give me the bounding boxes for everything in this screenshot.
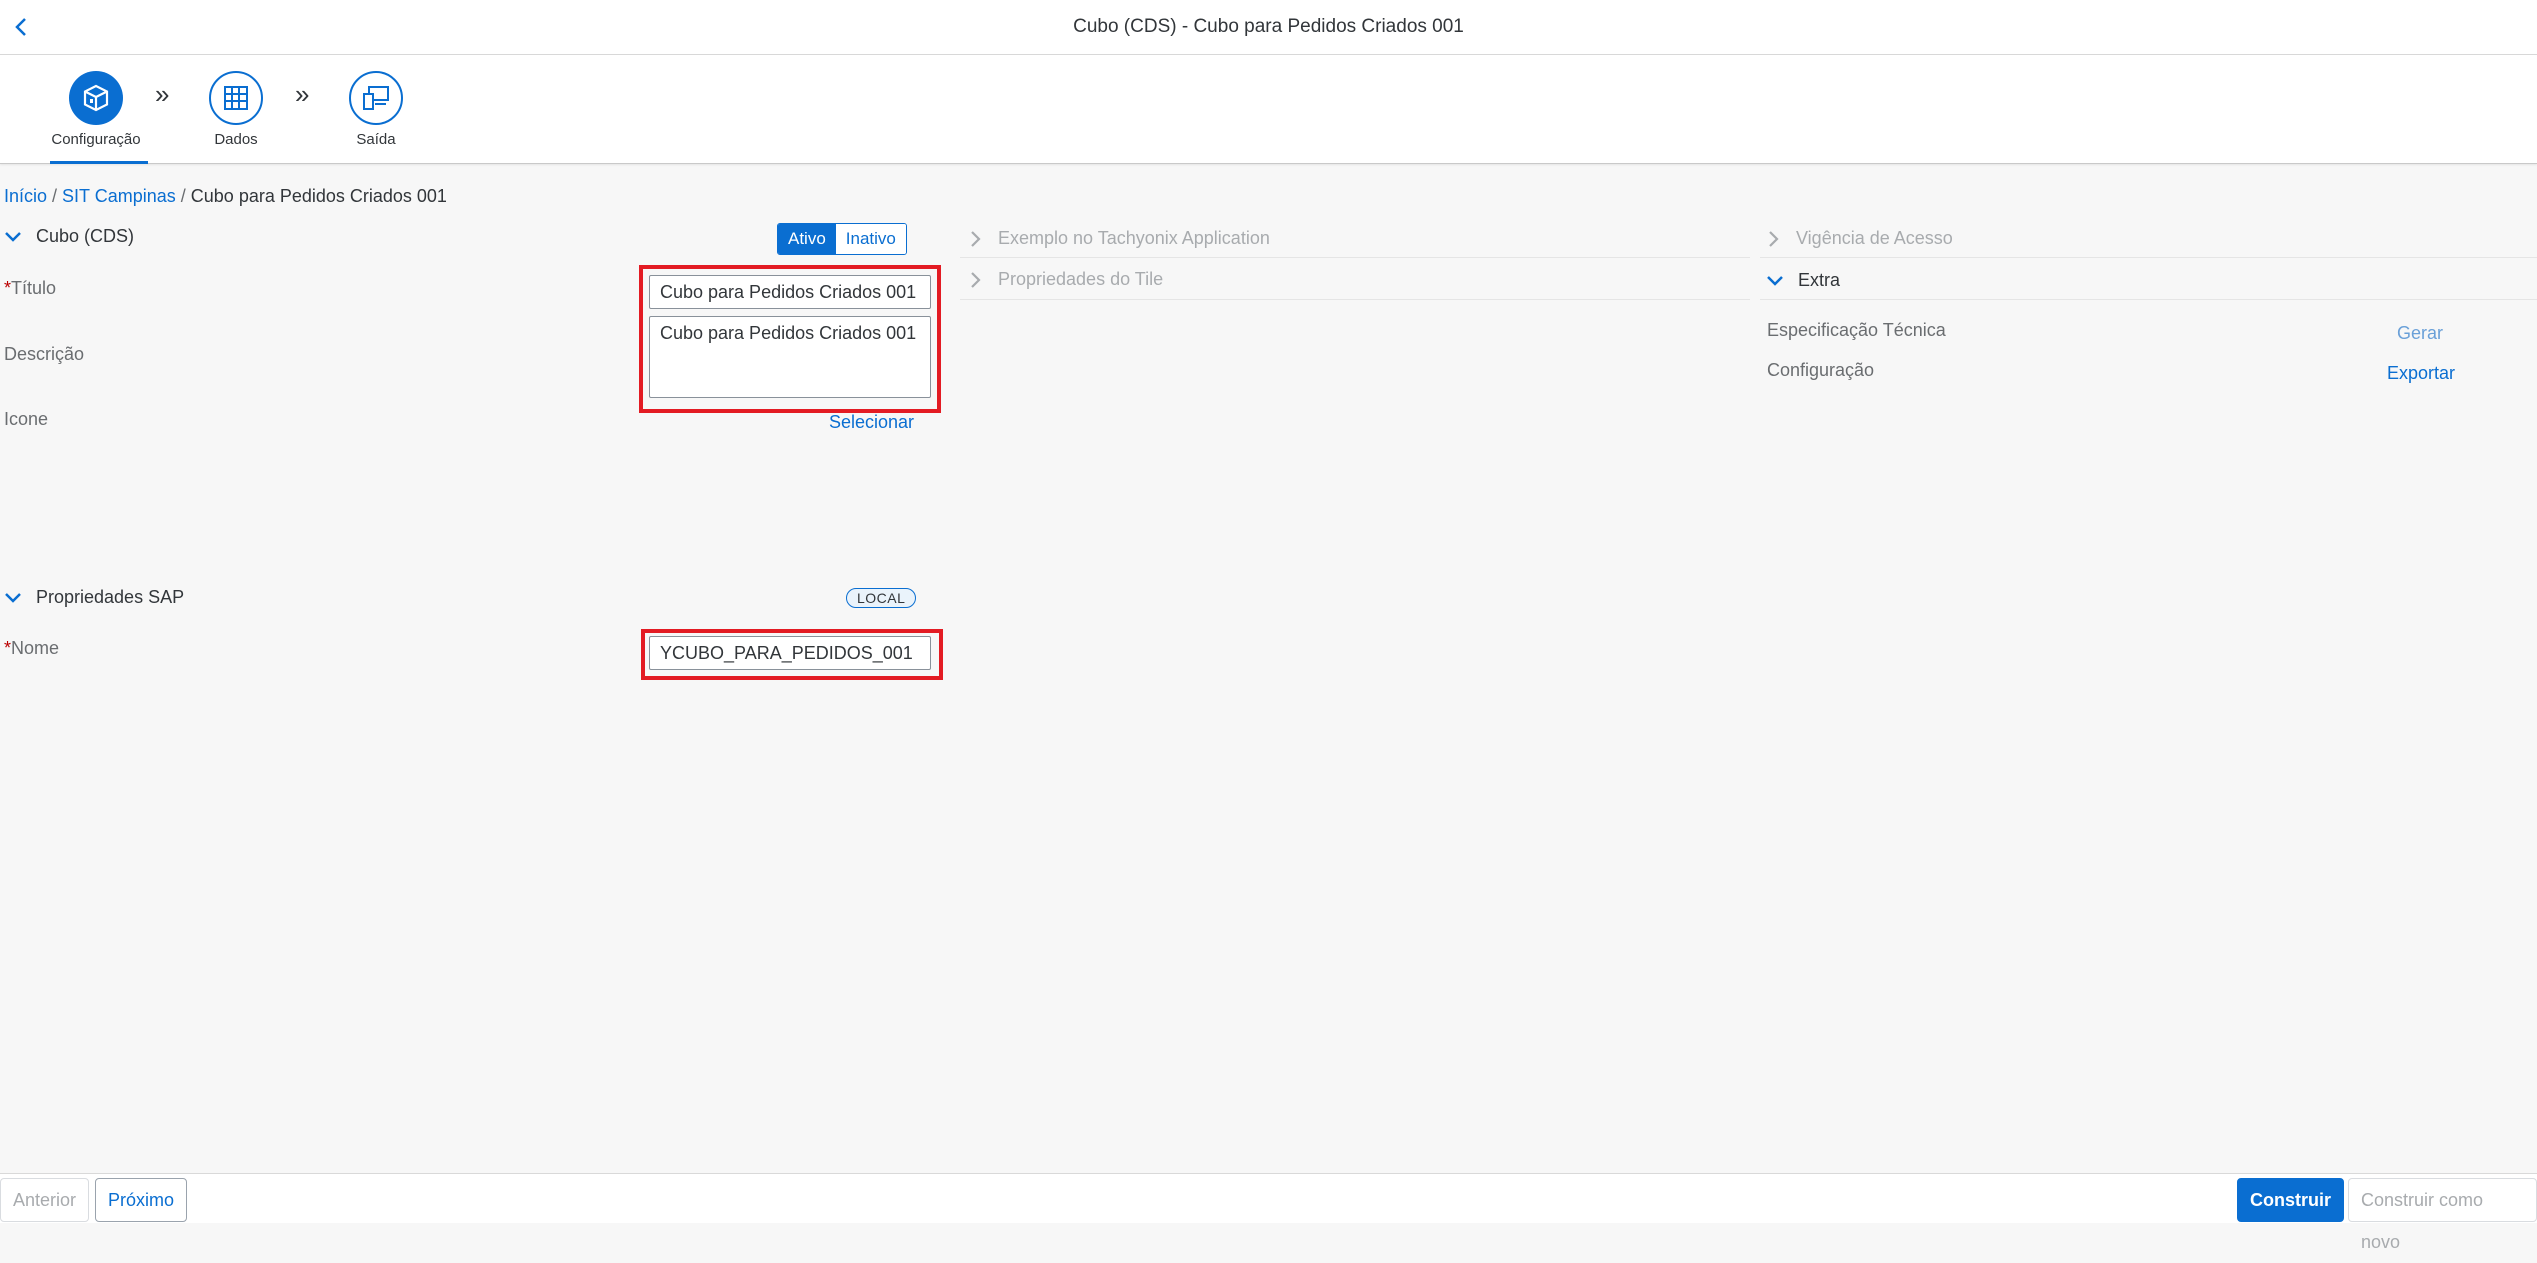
description-textarea[interactable]: Cubo para Pedidos Criados 001 [649, 316, 931, 398]
chevron-down-icon [4, 592, 22, 604]
generate-button[interactable]: Gerar [2397, 323, 2443, 344]
wizard-step-label: Dados [214, 131, 258, 148]
panel-divider [1760, 299, 2537, 300]
back-button[interactable] [6, 12, 36, 42]
configuration-label: Configuração [1767, 360, 1875, 380]
icon-label: Icone [4, 409, 49, 429]
chevron-right-icon [1768, 230, 1780, 248]
chevron-down-icon [1766, 275, 1784, 287]
breadcrumb-parent-link[interactable]: SIT Campinas [62, 186, 176, 206]
name-label: *Nome [4, 638, 59, 659]
next-button[interactable]: Próximo [95, 1178, 188, 1222]
panel-tile-properties[interactable]: Propriedades do Tile [970, 269, 1163, 290]
panel-tile-title: Propriedades do Tile [998, 269, 1164, 289]
wizard-step-label: Configuração [51, 131, 141, 148]
status-toggle[interactable]: Ativo Inativo [777, 223, 907, 255]
breadcrumb-separator: / [180, 186, 186, 206]
select-icon-link[interactable]: Selecionar [829, 412, 914, 433]
breadcrumb-current: Cubo para Pedidos Criados 001 [190, 186, 447, 206]
panel-example[interactable]: Exemplo no Tachyonix Application [970, 228, 1270, 249]
wizard-step-configuracao[interactable]: Configuração [21, 71, 171, 148]
wizard-step-dados[interactable]: Dados [161, 71, 311, 148]
wizard-bar: Configuração » Dados » Saída [0, 55, 2537, 164]
build-as-new-button[interactable]: Construir como novo [2348, 1178, 2537, 1252]
breadcrumb-separator: / [52, 186, 58, 206]
section-header-cubo[interactable]: Cubo (CDS) [4, 226, 134, 247]
required-marker: * [4, 278, 12, 298]
panel-divider [1760, 257, 2537, 258]
section-title: Propriedades SAP [36, 587, 185, 607]
chevron-right-icon [970, 230, 982, 248]
panel-extra-title: Extra [1798, 270, 1841, 290]
breadcrumb-home-link[interactable]: Início [4, 186, 47, 206]
wizard-step-label: Saída [356, 131, 396, 148]
active-step-indicator [50, 161, 148, 164]
build-button[interactable]: Construir [2237, 1178, 2344, 1222]
devices-icon [349, 71, 403, 125]
tech-spec-label: Especificação Técnica [1767, 320, 1946, 340]
section-header-sap[interactable]: Propriedades SAP [4, 587, 184, 608]
chevron-down-icon [4, 231, 22, 243]
export-button[interactable]: Exportar [2387, 363, 2455, 384]
required-marker: * [4, 638, 12, 658]
description-label: Descrição [4, 344, 85, 364]
footer-bar [0, 1173, 2537, 1223]
panel-divider [960, 299, 1750, 300]
title-label: *Título [4, 278, 56, 299]
title-input[interactable] [649, 275, 931, 309]
title-label-text: Título [11, 278, 57, 298]
local-badge: LOCAL [846, 588, 917, 608]
page-title: Cubo (CDS) - Cubo para Pedidos Criados 0… [1073, 16, 1464, 37]
breadcrumb: Início / SIT Campinas / Cubo para Pedidos Cr… [4, 186, 447, 207]
panel-example-title: Exemplo no Tachyonix Application [998, 228, 1270, 248]
wizard-step-saida[interactable]: Saída [301, 71, 451, 148]
panel-access-title: Vigência de Acesso [1796, 228, 1953, 248]
panel-extra-header[interactable]: Extra [1766, 270, 1840, 291]
table-grid-icon [209, 71, 263, 125]
cube-icon [69, 71, 123, 125]
section-title: Cubo (CDS) [36, 226, 135, 246]
toggle-ativo[interactable]: Ativo [778, 224, 836, 254]
previous-button[interactable]: Anterior [0, 1178, 90, 1222]
toggle-inativo[interactable]: Inativo [835, 224, 906, 254]
name-label-text: Nome [11, 638, 60, 658]
chevron-right-icon [970, 271, 982, 289]
panel-access-validity[interactable]: Vigência de Acesso [1768, 228, 1953, 249]
panel-divider [960, 257, 1750, 258]
name-input[interactable] [649, 636, 931, 670]
chevron-left-icon [15, 18, 26, 36]
